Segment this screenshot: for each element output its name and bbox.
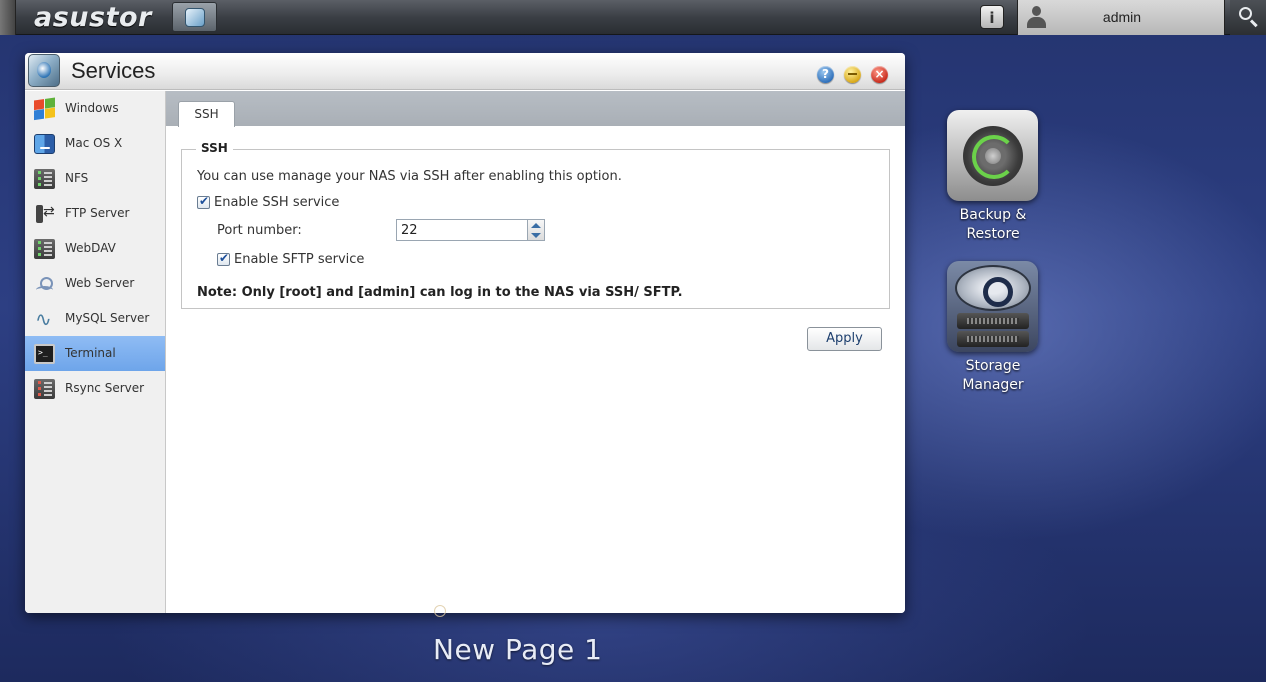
ssh-legend: SSH — [196, 141, 233, 155]
top-taskbar: asustor i admin — [0, 0, 1266, 35]
desktop-icon-backup-restore[interactable]: Backup & Restore — [943, 110, 1043, 250]
sidebar-item-ftp-server[interactable]: FTP Server — [25, 196, 165, 231]
sidebar-item-label: Terminal — [65, 346, 116, 360]
services-app-icon — [28, 54, 60, 87]
window-titlebar[interactable]: Services ? × — [25, 53, 905, 90]
services-window: Services ? × Windows Mac OS X NFS FTP Se… — [25, 53, 905, 613]
minimize-button[interactable] — [844, 66, 861, 83]
sidebar-item-label: Rsync Server — [65, 381, 145, 395]
mysql-icon — [34, 307, 55, 331]
enable-ssh-checkbox[interactable] — [197, 194, 210, 209]
sidebar-item-label: NFS — [65, 171, 89, 185]
sidebar-item-label: FTP Server — [65, 206, 130, 220]
ssh-note: Note: Only [root] and [admin] can log in… — [197, 285, 683, 300]
storage-manager-icon — [947, 261, 1038, 352]
sidebar-item-mysql-server[interactable]: MySQL Server — [25, 301, 165, 336]
taskbar-handle[interactable] — [0, 0, 16, 35]
info-icon[interactable]: i — [980, 5, 1004, 29]
sidebar-item-windows[interactable]: Windows — [25, 91, 165, 126]
sidebar-item-mac-os-x[interactable]: Mac OS X — [25, 126, 165, 161]
page-indicator-icon[interactable] — [434, 605, 446, 617]
apply-button[interactable]: Apply — [807, 327, 882, 351]
sidebar-item-label: Mac OS X — [65, 136, 123, 150]
enable-sftp-label[interactable]: Enable SFTP service — [234, 252, 364, 267]
port-number-input[interactable] — [396, 219, 528, 241]
close-button[interactable]: × — [871, 66, 888, 83]
spinner-down-icon[interactable] — [531, 233, 541, 238]
window-title: Services — [71, 58, 156, 83]
user-name: admin — [1102, 9, 1142, 25]
ssh-description: You can use manage your NAS via SSH afte… — [197, 169, 622, 184]
mac-os-icon — [34, 134, 55, 154]
sidebar-item-label: Web Server — [65, 276, 135, 290]
desktop-icon-label: Storage — [965, 358, 1021, 374]
web-server-icon — [34, 274, 55, 294]
windows-icon — [34, 97, 55, 121]
desktop-page-name[interactable]: New Page 1 — [433, 633, 602, 666]
desktop-icon-label: Backup & — [959, 207, 1027, 223]
search-icon[interactable] — [1230, 0, 1266, 35]
asustor-logo: asustor — [34, 2, 152, 33]
spinner-up-icon[interactable] — [531, 223, 541, 228]
help-button[interactable]: ? — [817, 66, 834, 83]
backup-restore-icon — [947, 110, 1038, 201]
port-number-label: Port number: — [217, 223, 302, 238]
sidebar-item-webdav[interactable]: WebDAV — [25, 231, 165, 266]
app-launcher-icon — [185, 8, 205, 27]
sidebar-item-nfs[interactable]: NFS — [25, 161, 165, 196]
desktop-icon-label: Manager — [962, 377, 1024, 393]
user-menu[interactable]: admin — [1017, 0, 1225, 35]
terminal-icon — [34, 344, 55, 364]
sidebar-item-label: Windows — [65, 101, 119, 115]
port-number-spinner[interactable] — [528, 219, 545, 241]
sidebar-item-rsync-server[interactable]: Rsync Server — [25, 371, 165, 406]
ssh-fieldset: SSH You can use manage your NAS via SSH … — [181, 141, 890, 309]
webdav-icon — [34, 239, 55, 259]
tab-strip: SSH — [166, 91, 905, 127]
sidebar-item-web-server[interactable]: Web Server — [25, 266, 165, 301]
terminal-settings-panel: SSH SSH You can use manage your NAS via … — [166, 91, 905, 613]
desktop-icon-storage-manager[interactable]: Storage Manager — [943, 261, 1043, 401]
sidebar-item-label: WebDAV — [65, 241, 116, 255]
ftp-icon — [34, 204, 55, 224]
tab-ssh[interactable]: SSH — [178, 101, 235, 127]
nfs-icon — [34, 169, 55, 189]
enable-ssh-label[interactable]: Enable SSH service — [214, 195, 339, 210]
app-launcher-button[interactable] — [172, 2, 217, 32]
sidebar-item-terminal[interactable]: Terminal — [25, 336, 165, 371]
sidebar-item-label: MySQL Server — [65, 311, 150, 325]
enable-sftp-checkbox[interactable] — [217, 251, 230, 266]
rsync-icon — [34, 379, 55, 399]
desktop-icon-label: Restore — [966, 226, 1020, 242]
services-sidebar: Windows Mac OS X NFS FTP Server WebDAV W… — [25, 91, 166, 613]
